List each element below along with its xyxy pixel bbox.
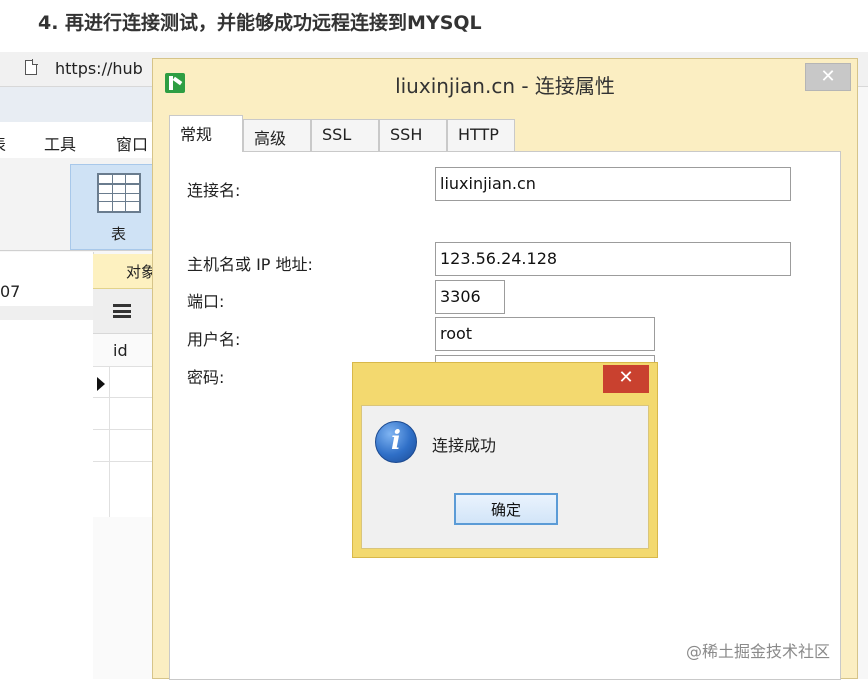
- url-text[interactable]: https://hub: [55, 59, 143, 78]
- dialog-titlebar[interactable]: liuxinjian.cn - 连接属性 ✕: [153, 59, 857, 103]
- connection-name-input[interactable]: liuxinjian.cn: [435, 167, 791, 201]
- tab-ssl[interactable]: SSL: [311, 119, 379, 151]
- dialog-title: liuxinjian.cn - 连接属性: [395, 74, 615, 98]
- message-text: 连接成功: [432, 436, 497, 455]
- tree-row-highlight: [0, 306, 93, 320]
- grid-rows: [93, 366, 160, 517]
- tab-general[interactable]: 常规: [169, 115, 243, 152]
- host-label: 主机名或 IP 地址:: [187, 255, 313, 274]
- grid-column-id[interactable]: id: [113, 341, 128, 360]
- connection-tree-pane: 07: [0, 252, 94, 679]
- host-input[interactable]: 123.56.24.128: [435, 242, 791, 276]
- tab-advanced[interactable]: 高级: [243, 119, 311, 151]
- tab-label: 常规: [180, 125, 213, 144]
- close-icon: ✕: [618, 367, 634, 388]
- tree-item-text[interactable]: 07: [0, 282, 20, 301]
- toolbar: 表: [0, 158, 160, 251]
- objects-tab[interactable]: 对象: [93, 254, 160, 289]
- tab-ssh[interactable]: SSH: [379, 119, 447, 151]
- port-input[interactable]: 3306: [435, 280, 505, 314]
- article-heading: 4. 再进行连接测试，并能够成功远程连接到MYSQL: [38, 12, 482, 34]
- username-input[interactable]: root: [435, 317, 655, 351]
- tab-http[interactable]: HTTP: [447, 119, 515, 151]
- connection-name-label: 连接名:: [187, 181, 241, 200]
- tab-label: SSH: [390, 125, 423, 144]
- ok-button[interactable]: 确定: [454, 493, 558, 525]
- message-body: i 连接成功 确定: [361, 405, 649, 549]
- password-label: 密码:: [187, 368, 225, 387]
- table-icon: [97, 173, 141, 213]
- close-icon: ✕: [820, 66, 836, 87]
- page-icon: [25, 59, 38, 75]
- message-close-button[interactable]: ✕: [603, 365, 649, 393]
- username-label: 用户名:: [187, 330, 241, 349]
- tab-label: SSL: [322, 125, 352, 144]
- data-grid: id: [93, 289, 160, 679]
- menu-bar: 表 工具 窗口: [0, 122, 160, 158]
- grid-header: [93, 289, 160, 334]
- tab-label: 高级: [254, 129, 287, 148]
- menu-item-window[interactable]: 窗口: [116, 131, 148, 155]
- info-icon-glyph: i: [391, 426, 401, 456]
- row-pointer-icon: [97, 377, 105, 391]
- menu-item-table[interactable]: 表: [0, 131, 6, 155]
- menu-item-tools[interactable]: 工具: [44, 131, 76, 155]
- success-message-box: ✕ i 连接成功 确定: [352, 362, 658, 558]
- table-toolbar-button[interactable]: 表: [70, 164, 156, 250]
- menu-icon[interactable]: [113, 304, 131, 318]
- port-label: 端口:: [187, 292, 225, 311]
- info-icon: i: [375, 421, 417, 463]
- table-button-label: 表: [111, 225, 127, 243]
- tab-label: HTTP: [458, 125, 499, 144]
- watermark: @稀土掘金技术社区: [686, 642, 831, 661]
- dialog-close-button[interactable]: ✕: [805, 63, 851, 91]
